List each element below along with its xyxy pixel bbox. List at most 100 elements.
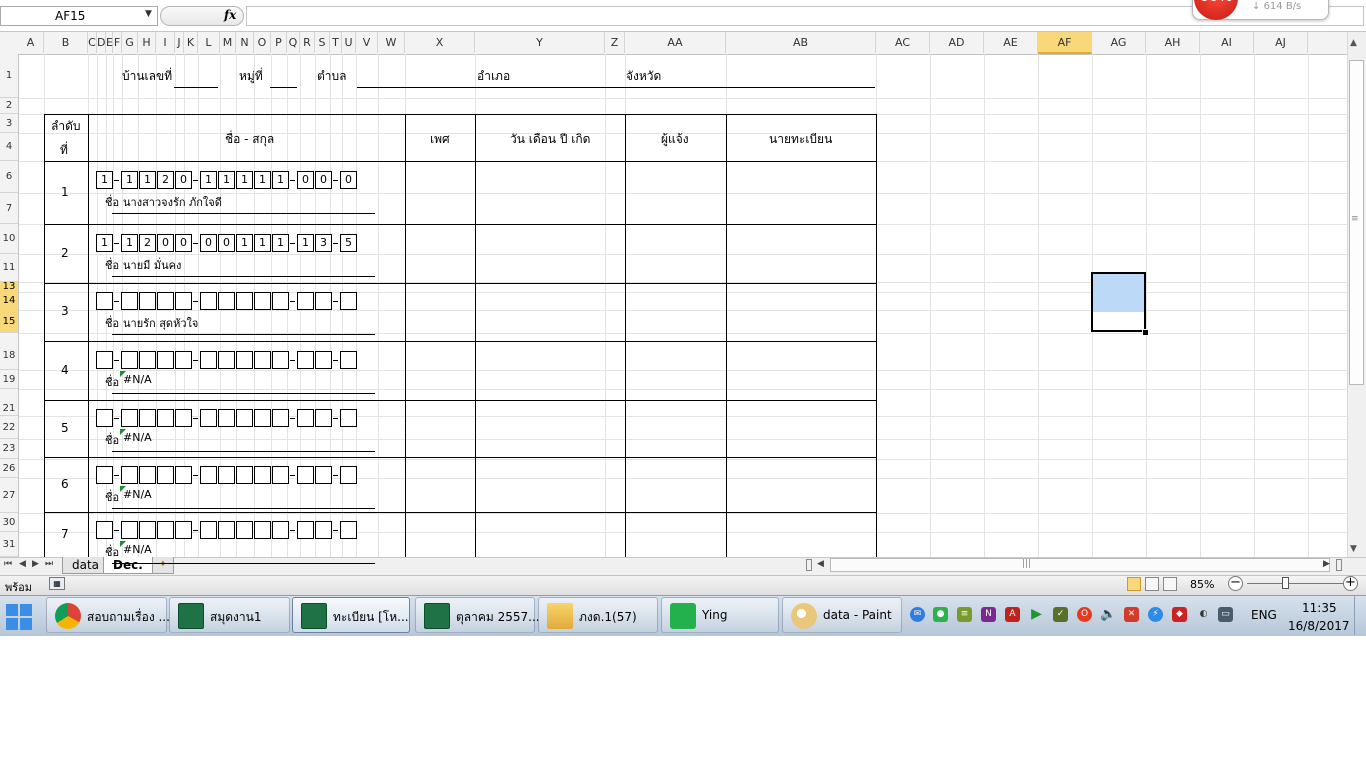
column-header-ac[interactable]: AC [876, 32, 930, 53]
row-header-31[interactable]: 31 [0, 532, 18, 557]
messenger-icon[interactable]: ✉ [910, 607, 925, 622]
row-header-2[interactable]: 2 [0, 98, 18, 114]
page-break-view-button[interactable] [1163, 577, 1177, 591]
sheet-tab-data[interactable]: data [62, 557, 110, 574]
zoom-level[interactable]: 85% [1190, 578, 1214, 591]
line-tray-icon[interactable]: ● [933, 607, 948, 622]
insert-sheet-icon[interactable]: ✦ [152, 557, 174, 574]
column-header-aj[interactable]: AJ [1254, 32, 1308, 53]
bolt-icon[interactable]: ⚡ [1148, 607, 1163, 622]
clock-date[interactable]: 16/8/2017 [1288, 619, 1350, 633]
taskbar-item-3[interactable]: ตุลาคม 2557... [415, 597, 540, 633]
row-header-3[interactable]: 3 [0, 114, 18, 133]
network-warning-icon[interactable]: ✕ [1124, 607, 1139, 622]
page-layout-view-button[interactable] [1145, 577, 1159, 591]
column-header-r[interactable]: R [300, 32, 315, 53]
taskbar-item-1[interactable]: สมุดงาน1 [169, 597, 290, 633]
shield-icon[interactable]: ◆ [1172, 607, 1187, 622]
taskbar-item-6[interactable]: data - Paint [782, 597, 902, 633]
onenote-icon[interactable]: N [981, 607, 996, 622]
volume-icon[interactable]: ◐ [1196, 607, 1211, 622]
start-button[interactable] [2, 597, 40, 633]
column-header-c[interactable]: C [88, 32, 97, 53]
security-tray-icon[interactable]: ✓ [1053, 607, 1068, 622]
row-header-27[interactable]: 27 [0, 478, 18, 513]
column-header-x[interactable]: X [405, 32, 475, 53]
display-icon[interactable]: ▭ [1218, 607, 1233, 622]
column-header-af[interactable]: AF [1038, 32, 1092, 54]
column-header-a[interactable]: A [18, 32, 44, 53]
clock-time[interactable]: 11:35 [1302, 601, 1337, 615]
scroll-left-icon[interactable]: ◀ [817, 559, 824, 569]
row-header-22[interactable]: 22 [0, 416, 18, 439]
layers-icon[interactable]: ≡ [957, 607, 972, 622]
next-sheet-icon[interactable]: ▶ [32, 559, 39, 569]
column-header-ad[interactable]: AD [930, 32, 984, 53]
column-header-t[interactable]: T [330, 32, 342, 53]
column-header-h[interactable]: H [138, 32, 156, 53]
column-header-ai[interactable]: AI [1200, 32, 1254, 53]
show-desktop-button[interactable] [1354, 596, 1366, 635]
column-header-g[interactable]: G [122, 32, 138, 53]
column-header-ag[interactable]: AG [1092, 32, 1146, 53]
record-macro-icon[interactable]: ▦ [49, 577, 65, 590]
column-header-ae[interactable]: AE [984, 32, 1038, 53]
horizontal-scrollbar[interactable] [830, 558, 1330, 572]
column-header-aa[interactable]: AA [625, 32, 726, 53]
opera-icon[interactable]: O [1077, 607, 1092, 622]
zoom-slider-thumb[interactable] [1282, 577, 1289, 589]
scroll-right-icon[interactable]: ▶ [1323, 559, 1330, 569]
row-header-4[interactable]: 4 [0, 133, 18, 161]
zoom-out-button[interactable]: − [1228, 576, 1243, 591]
chevron-down-icon[interactable]: ▼ [145, 9, 152, 19]
normal-view-button[interactable] [1127, 577, 1141, 591]
column-header-n[interactable]: N [236, 32, 254, 53]
column-header-e[interactable]: E [106, 32, 113, 53]
row-header-19[interactable]: 19 [0, 370, 18, 389]
row-header-10[interactable]: 10 [0, 224, 18, 254]
row-header-7[interactable]: 7 [0, 193, 18, 224]
row-header-15[interactable]: 15 [0, 310, 18, 333]
row-header-26[interactable]: 26 [0, 459, 18, 478]
row-header-23[interactable]: 23 [0, 439, 18, 459]
acrobat-icon[interactable]: A [1005, 607, 1020, 622]
zoom-slider[interactable] [1247, 583, 1343, 584]
taskbar-item-5[interactable]: Ying [661, 597, 779, 633]
scroll-up-icon[interactable]: ▲ [1350, 38, 1357, 48]
column-header-o[interactable]: O [254, 32, 271, 53]
column-header-m[interactable]: M [220, 32, 236, 53]
row-header-13[interactable]: 13 [0, 282, 18, 292]
row-header-14[interactable]: 14 [0, 292, 18, 310]
column-header-ab[interactable]: AB [726, 32, 876, 53]
scroll-down-icon[interactable]: ▼ [1350, 544, 1357, 554]
row-header-21[interactable]: 21 [0, 401, 18, 416]
fill-handle[interactable] [1142, 329, 1149, 336]
play-icon[interactable]: ▶ [1029, 607, 1044, 622]
name-box[interactable]: AF15 [0, 6, 158, 26]
row-header-6[interactable]: 6 [0, 161, 18, 193]
column-header-v[interactable]: V [356, 32, 378, 53]
row-header-30[interactable]: 30 [0, 513, 18, 532]
column-header-k[interactable]: K [184, 32, 198, 53]
column-header-p[interactable]: P [271, 32, 287, 53]
prev-sheet-icon[interactable]: ◀ [19, 559, 26, 569]
taskbar-item-4[interactable]: ภงด.1(57) [538, 597, 658, 633]
column-header-i[interactable]: I [156, 32, 175, 53]
taskbar-item-0[interactable]: สอบถามเรื่อง ... [46, 597, 170, 633]
first-sheet-icon[interactable]: ⏮ [4, 559, 12, 569]
column-header-y[interactable]: Y [475, 32, 605, 53]
column-header-s[interactable]: S [315, 32, 330, 53]
tab-split-handle[interactable] [806, 559, 812, 571]
column-header-ah[interactable]: AH [1146, 32, 1200, 53]
split-box[interactable] [1336, 559, 1342, 571]
taskbar-item-2[interactable]: ทะเบียน [โห... [292, 597, 410, 633]
column-header-u[interactable]: U [342, 32, 356, 53]
column-header-z[interactable]: Z [605, 32, 625, 53]
row-header-1[interactable]: 1 [0, 54, 18, 98]
row-header-11[interactable]: 11 [0, 254, 18, 282]
insert-function-icon[interactable]: fx [224, 8, 236, 22]
speaker-icon[interactable]: 🔈 [1100, 607, 1116, 622]
column-header-j[interactable]: J [175, 32, 184, 53]
column-header-b[interactable]: B [44, 32, 88, 53]
row-header-18[interactable]: 18 [0, 341, 18, 370]
